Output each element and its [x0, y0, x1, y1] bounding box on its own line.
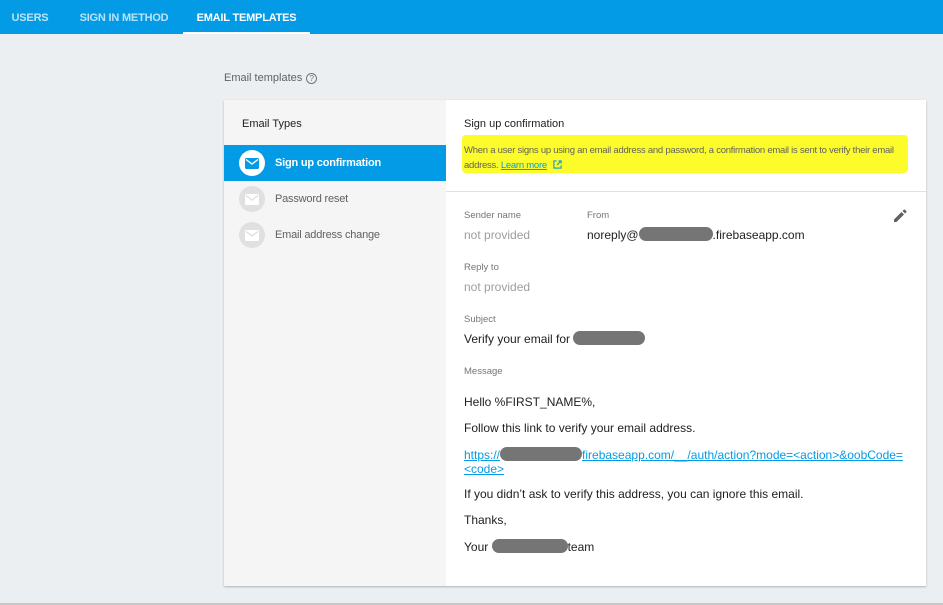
from-prefix: noreply@ [587, 228, 639, 242]
from-label: From [587, 210, 610, 221]
sidebar-heading: Email Types [242, 118, 302, 130]
sidebar-item-email-address-change[interactable]: Email address change [224, 217, 446, 253]
template-header: Sign up confirmation When a user signs u… [446, 100, 926, 192]
sidebar-item-password-reset[interactable]: Password reset [224, 181, 446, 217]
redacted-block [491, 539, 568, 553]
link-suffix: firebaseapp.com/__/auth/action?mode=<act… [582, 448, 903, 462]
sidebar-item-label: Sign up confirmation [275, 157, 381, 169]
sidebar-item-label: Email address change [275, 229, 380, 241]
mail-icon [239, 150, 265, 176]
tab-sign-in-method[interactable]: SIGN IN METHOD [67, 0, 181, 34]
sender-name-label: Sender name [464, 210, 522, 221]
from-suffix: .firebaseapp.com [712, 228, 805, 242]
from-value: noreply@ .firebaseapp.com [587, 227, 805, 242]
redacted-block [638, 227, 713, 241]
subject-prefix: Verify your email for [464, 332, 571, 346]
section-title: Email templates [224, 72, 303, 84]
tab-users[interactable]: USERS [0, 0, 60, 34]
email-types-sidebar: Email Types Sign up confirmation Passwor… [224, 100, 446, 586]
top-navigation-bar: USERS SIGN IN METHOD EMAIL TEMPLATES [0, 0, 943, 34]
help-circle-icon[interactable]: ? [306, 72, 318, 84]
message-signature: Your team [464, 539, 594, 554]
mail-icon [239, 222, 265, 248]
message-thanks: Thanks, [464, 513, 507, 527]
template-detail-panel: Sign up confirmation When a user signs u… [446, 100, 926, 586]
template-description: When a user signs up using an email addr… [464, 143, 910, 173]
redacted-block [573, 331, 646, 345]
signature-prefix: Your [464, 540, 489, 554]
external-link-icon[interactable] [553, 160, 562, 169]
email-templates-card: Email Types Sign up confirmation Passwor… [224, 100, 926, 586]
tab-email-templates[interactable]: EMAIL TEMPLATES [183, 0, 310, 34]
subject-label: Subject [464, 314, 496, 325]
redacted-block [500, 447, 583, 461]
message-line-verify: Follow this link to verify your email ad… [464, 421, 696, 435]
verification-link[interactable]: https:// firebaseapp.com/__/auth/action?m… [464, 447, 914, 476]
section-header: Email templates ? [224, 72, 318, 84]
sidebar-item-sign-up-confirmation[interactable]: Sign up confirmation [224, 145, 446, 181]
sender-name-value: not provided [464, 228, 531, 242]
learn-more-link[interactable]: Learn more [501, 160, 547, 171]
edit-pencil-icon[interactable] [892, 208, 908, 224]
message-line-ignore: If you didn’t ask to verify this address… [464, 487, 804, 501]
message-greeting: Hello %FIRST_NAME%, [464, 395, 596, 409]
signature-suffix: team [567, 540, 595, 554]
link-code: <code> [464, 462, 505, 476]
subject-value: Verify your email for [464, 331, 646, 346]
link-prefix: https:// [464, 448, 501, 462]
message-label: Message [464, 366, 503, 377]
mail-icon [239, 186, 265, 212]
reply-to-label: Reply to [464, 262, 499, 273]
template-title: Sign up confirmation [464, 118, 565, 130]
sidebar-item-label: Password reset [275, 193, 349, 205]
reply-to-value: not provided [464, 280, 531, 294]
